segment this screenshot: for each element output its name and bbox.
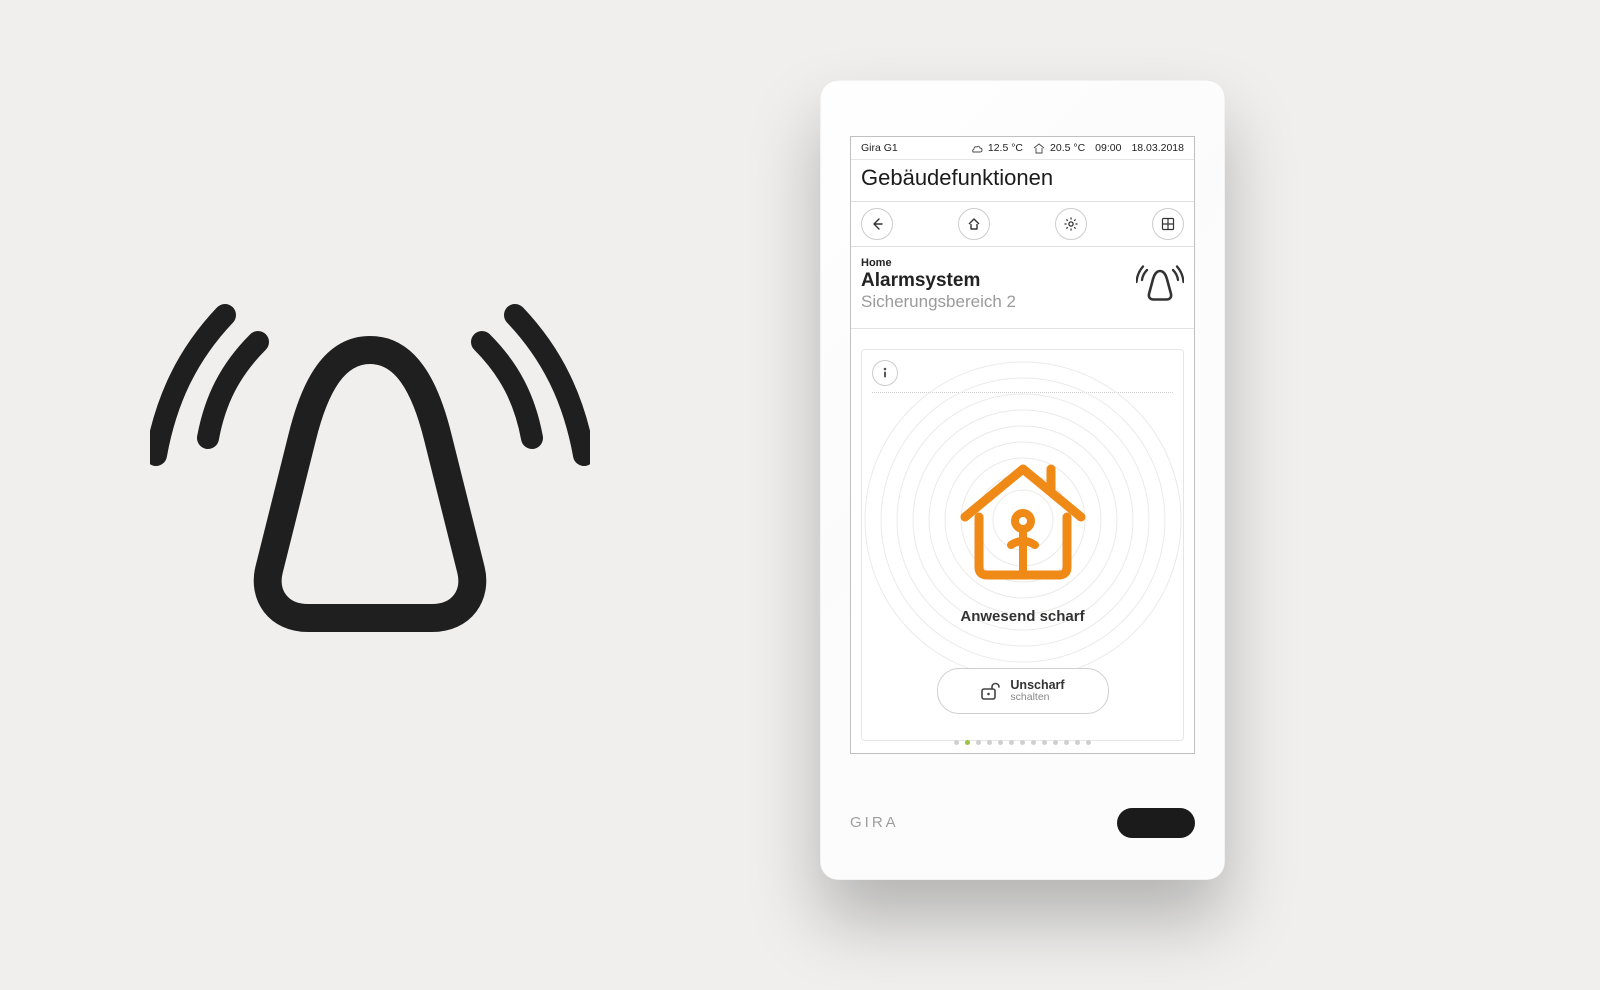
page-dot[interactable] (1053, 740, 1058, 745)
date: 18.03.2018 (1131, 142, 1184, 154)
weather-outside-icon (971, 143, 983, 154)
page-dot[interactable] (954, 740, 959, 745)
page-dot[interactable] (998, 740, 1003, 745)
page-dot[interactable] (1064, 740, 1069, 745)
page-title: Gebäudefunktionen (851, 160, 1194, 201)
disarm-label-2: schalten (1010, 692, 1064, 703)
brand-label: GIRA (850, 814, 899, 831)
clock: 09:00 (1095, 142, 1121, 154)
page-indicator[interactable] (851, 740, 1194, 745)
gear-icon (1063, 216, 1079, 232)
page-dot[interactable] (987, 740, 992, 745)
section-title: Alarmsystem (861, 270, 1136, 292)
grid-icon (1161, 217, 1175, 231)
page-dot[interactable] (976, 740, 981, 745)
home-button[interactable] (958, 208, 990, 240)
page-dot[interactable] (1031, 740, 1036, 745)
touch-screen: Gira G1 12.5 °C 20.5 °C 09:00 18.03.2018… (850, 136, 1195, 754)
page-dot[interactable] (1020, 740, 1025, 745)
device-bezel-footer: GIRA (850, 765, 1195, 880)
house-temp-icon (1033, 143, 1045, 154)
temp-outside: 12.5 °C (971, 142, 1023, 154)
page-dot[interactable] (1086, 740, 1091, 745)
toolbar (851, 201, 1194, 247)
alarm-state-card: Anwesend scharf Unscharf schalten (861, 349, 1184, 741)
proximity-sensor (1117, 808, 1195, 838)
home-icon (967, 217, 981, 231)
page-dot[interactable] (965, 740, 970, 745)
status-bar: Gira G1 12.5 °C 20.5 °C 09:00 18.03.2018 (851, 137, 1194, 160)
temp-inside: 20.5 °C (1033, 142, 1085, 154)
arrow-left-icon (870, 217, 884, 231)
unlock-icon (980, 682, 1000, 700)
device-name: Gira G1 (861, 142, 898, 154)
page-dot[interactable] (1042, 740, 1047, 745)
back-button[interactable] (861, 208, 893, 240)
house-armed-home-icon (953, 455, 1093, 585)
grid-view-button[interactable] (1152, 208, 1184, 240)
disarm-button[interactable]: Unscharf schalten (937, 668, 1109, 714)
section-header: Home Alarmsystem Sicherungsbereich 2 (851, 247, 1194, 329)
gira-g1-device: Gira G1 12.5 °C 20.5 °C 09:00 18.03.2018… (820, 80, 1225, 880)
alarm-state-label: Anwesend scharf (862, 608, 1183, 625)
settings-button[interactable] (1055, 208, 1087, 240)
section-subtitle: Sicherungsbereich 2 (861, 292, 1136, 312)
siren-icon (1136, 263, 1184, 303)
page-dot[interactable] (1075, 740, 1080, 745)
breadcrumb: Home (861, 257, 1136, 269)
siren-icon-large (150, 260, 590, 680)
page-dot[interactable] (1009, 740, 1014, 745)
